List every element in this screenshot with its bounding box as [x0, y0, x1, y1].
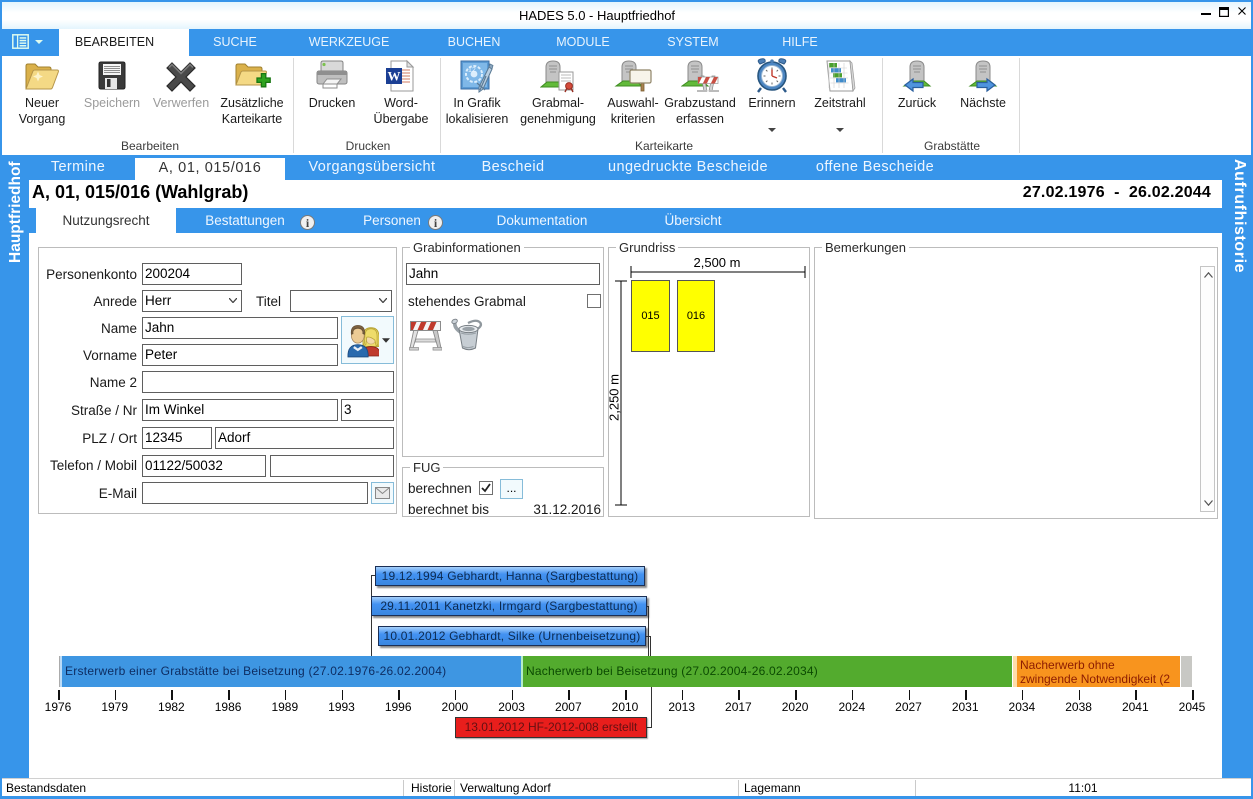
svg-text:W: W — [388, 69, 401, 84]
svg-text:12: 12 — [468, 67, 476, 74]
